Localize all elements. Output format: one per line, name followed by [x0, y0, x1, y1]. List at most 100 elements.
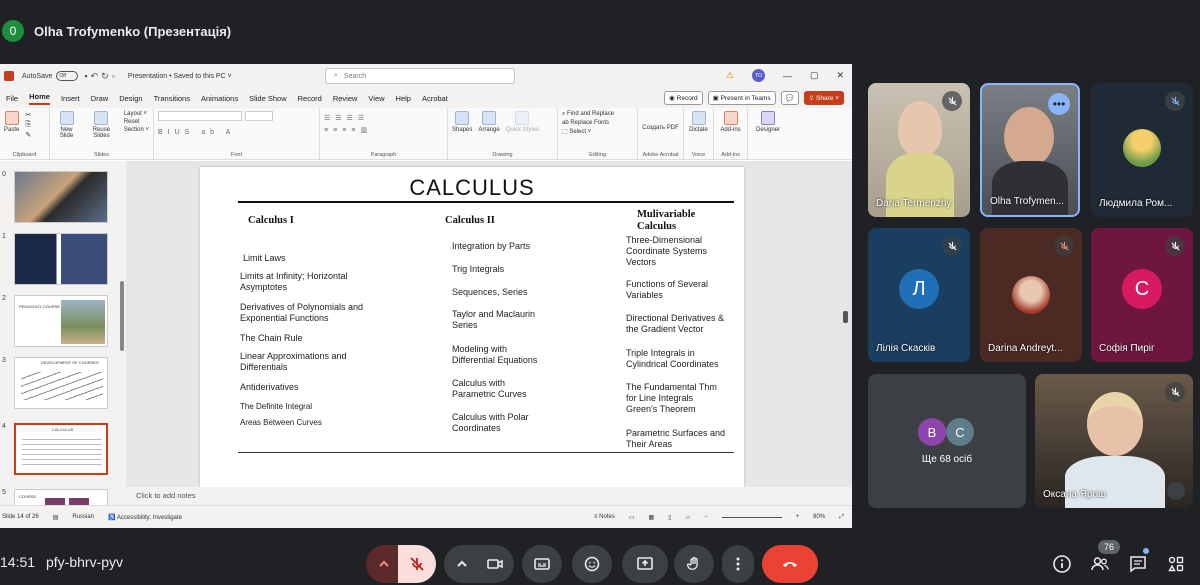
copy-icon[interactable]: ⎘ [25, 121, 31, 129]
normal-view-icon[interactable]: ▭ [629, 514, 635, 521]
participant-tile-liudmyla[interactable]: Людмила Ром... [1091, 83, 1193, 217]
tab-record[interactable]: Record [298, 94, 322, 103]
notes-toggle[interactable]: ≡ Notes [594, 514, 615, 520]
align-buttons[interactable]: ≡≡≡≡▥ [324, 126, 443, 134]
select-button[interactable]: ⬚ Select ˅ [562, 128, 633, 135]
accessibility-status[interactable]: ♿ Accessibility: Investigate [108, 514, 182, 521]
tab-insert[interactable]: Insert [61, 94, 80, 103]
raise-hand-button[interactable] [674, 545, 714, 583]
slide-thumb-1[interactable] [14, 233, 108, 285]
slide-thumb-2[interactable]: PEDAGOGY COURSE [14, 295, 108, 347]
shapes-button[interactable]: Shapes [452, 111, 472, 133]
create-pdf-button[interactable]: Создать PDF [642, 125, 679, 131]
slideshow-view-icon[interactable]: ▱ [686, 514, 691, 521]
present-screen-button[interactable] [622, 545, 668, 583]
font-name-input[interactable] [158, 111, 242, 121]
people-icon[interactable] [1090, 554, 1110, 574]
reading-view-icon[interactable]: ▯ [668, 514, 671, 521]
chat-icon[interactable] [1128, 554, 1148, 574]
user-avatar[interactable]: TO [751, 69, 765, 82]
slide-thumb-4-selected[interactable]: CALCULUS [14, 423, 108, 475]
document-title[interactable]: Presentation • Saved to this PC ˅ [128, 73, 232, 80]
reactions-button[interactable] [572, 545, 612, 583]
activities-icon[interactable] [1166, 554, 1186, 574]
present-in-teams-button[interactable]: ▣ Present in Teams [707, 91, 776, 105]
zoom-level[interactable]: 80% [813, 514, 825, 520]
paste-button[interactable]: Paste [4, 111, 19, 133]
mic-toggle-button[interactable] [398, 545, 436, 583]
designer-button[interactable]: Designer [752, 111, 784, 133]
new-slide-button[interactable]: New Slide [54, 111, 79, 139]
video-options-button[interactable] [444, 545, 480, 583]
close-icon[interactable]: ✕ [836, 70, 844, 81]
participant-tile-darina[interactable]: Darina Andreyt... [980, 228, 1082, 362]
tab-slide-show[interactable]: Slide Show [249, 94, 287, 103]
ribbon: Paste ✂ ⎘ ✎ Clipboard New Slide Reuse Slid… [0, 108, 852, 160]
section-button[interactable]: Section ˅ [124, 127, 149, 133]
format-painter-icon[interactable]: ✎ [25, 131, 31, 139]
hand-icon [686, 556, 698, 570]
autosave-toggle[interactable]: Off [56, 71, 79, 81]
tab-acrobat[interactable]: Acrobat [422, 94, 448, 103]
tab-review[interactable]: Review [333, 94, 358, 103]
participant-name: Людмила Ром... [1099, 198, 1173, 209]
participant-tile-liliia[interactable]: Л Лілія Скасків [868, 228, 970, 362]
participant-tile-oksana[interactable]: Оксана Ярош [1035, 374, 1193, 508]
font-format-buttons[interactable]: BIUS ab A [158, 129, 315, 136]
meeting-info-icon[interactable] [1052, 554, 1072, 574]
others-tile[interactable]: В С Ще 68 осіб [868, 374, 1026, 508]
slide-thumb-0[interactable] [14, 171, 108, 223]
sorter-view-icon[interactable]: ▦ [649, 514, 655, 521]
tab-transitions[interactable]: Transitions [154, 94, 190, 103]
captions-button[interactable] [522, 545, 562, 583]
record-button[interactable]: ◉ Record [664, 91, 703, 105]
tab-help[interactable]: Help [396, 94, 411, 103]
camera-toggle-button[interactable] [476, 545, 514, 583]
tab-animations[interactable]: Animations [201, 94, 238, 103]
share-button[interactable]: ⇪ Share ˅ [803, 91, 844, 105]
tab-file[interactable]: File [6, 94, 18, 103]
slide-canvas[interactable]: CALCULUS Calculus I Limit Laws Limits at… [200, 167, 744, 487]
font-size-input[interactable] [245, 111, 273, 121]
tab-view[interactable]: View [368, 94, 384, 103]
list-buttons[interactable]: ☰☰☰☰ [324, 114, 443, 122]
mic-off-icon [1054, 236, 1074, 256]
zoom-slider[interactable] [721, 516, 782, 518]
language-label[interactable]: Russian [72, 514, 94, 520]
reset-button[interactable]: Reset [124, 119, 149, 125]
warning-icon[interactable]: ⚠ [726, 70, 734, 81]
audio-options-button[interactable] [366, 545, 402, 583]
participant-tile-daria[interactable]: Daria Termenzhy [868, 83, 970, 217]
addins-button[interactable]: Add-ins [718, 111, 743, 133]
tab-home[interactable]: Home [29, 92, 50, 105]
zoom-out-icon[interactable]: − [704, 514, 708, 520]
cut-icon[interactable]: ✂ [25, 111, 31, 119]
quick-access-icons[interactable]: ▪↶↻▫ [84, 71, 117, 82]
leave-call-button[interactable] [762, 545, 818, 583]
replace-fonts-button[interactable]: ab Replace Fonts [562, 120, 633, 126]
thumbnails-scrollbar[interactable] [120, 281, 124, 351]
spellcheck-icon[interactable]: ▤ [53, 514, 59, 521]
slide-scrollbar[interactable] [843, 311, 848, 323]
ppt-search-input[interactable]: ⌕ Search [325, 68, 515, 84]
tab-draw[interactable]: Draw [91, 94, 109, 103]
more-options-icon[interactable]: ••• [1048, 93, 1070, 115]
slide-thumb-3[interactable]: DEVELOPMENT OF COURSES [14, 357, 108, 409]
participant-tile-olha[interactable]: ••• Olha Trofymen... [980, 83, 1080, 217]
zoom-in-icon[interactable]: + [796, 514, 800, 520]
reuse-slides-button[interactable]: Reuse Slides [85, 111, 118, 139]
dictate-button[interactable]: Dictate [688, 111, 709, 133]
minimize-icon[interactable]: — [783, 71, 792, 81]
fit-slide-icon[interactable]: ⤢ [839, 514, 844, 521]
comments-icon[interactable]: 💬 [780, 91, 799, 105]
notes-pane[interactable]: Click to add notes [126, 487, 852, 505]
participant-tile-sofiia[interactable]: С Софія Пиріг [1091, 228, 1193, 362]
more-options-button[interactable] [722, 545, 754, 583]
find-replace-button[interactable]: ⌕ Find and Replace [562, 111, 633, 118]
arrange-button[interactable]: Arrange [478, 111, 500, 133]
quick-styles-button[interactable]: Quick Styles [506, 111, 539, 133]
maximize-icon[interactable]: ▢ [810, 70, 819, 81]
pin-icon[interactable] [1167, 482, 1185, 500]
layout-button[interactable]: Layout ˅ [124, 111, 149, 117]
tab-design[interactable]: Design [119, 94, 142, 103]
